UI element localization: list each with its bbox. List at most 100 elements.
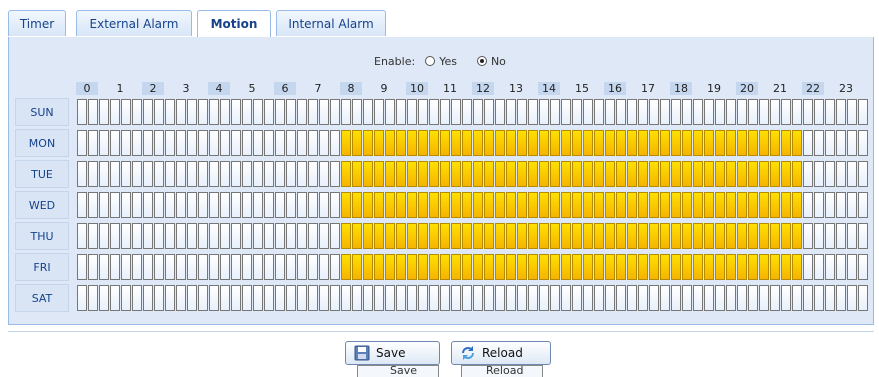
- schedule-cell-tue-17-0[interactable]: [638, 161, 648, 187]
- schedule-cell-sun-7-1[interactable]: [319, 99, 329, 125]
- schedule-cell-tue-22-1[interactable]: [814, 161, 824, 187]
- tab-external-alarm[interactable]: External Alarm: [76, 10, 192, 36]
- schedule-cell-mon-13-1[interactable]: [517, 130, 527, 156]
- schedule-cell-mon-6-0[interactable]: [275, 130, 285, 156]
- schedule-cell-mon-0-0[interactable]: [77, 130, 87, 156]
- schedule-cell-fri-15-2[interactable]: [594, 254, 604, 280]
- schedule-cell-tue-19-2[interactable]: [726, 161, 736, 187]
- schedule-cell-sun-23-1[interactable]: [847, 99, 857, 125]
- schedule-cell-sun-3-0[interactable]: [176, 99, 186, 125]
- schedule-cell-mon-10-0[interactable]: [407, 130, 417, 156]
- schedule-cell-mon-1-0[interactable]: [110, 130, 120, 156]
- schedule-cell-tue-20-2[interactable]: [759, 161, 769, 187]
- schedule-cell-fri-5-1[interactable]: [253, 254, 263, 280]
- schedule-cell-sat-17-0[interactable]: [638, 285, 648, 311]
- schedule-cell-fri-15-0[interactable]: [572, 254, 582, 280]
- schedule-cell-mon-20-1[interactable]: [748, 130, 758, 156]
- schedule-cell-sat-21-1[interactable]: [781, 285, 791, 311]
- schedule-cell-sun-9-0[interactable]: [374, 99, 384, 125]
- schedule-cell-sat-4-2[interactable]: [231, 285, 241, 311]
- schedule-cell-fri-23-0[interactable]: [836, 254, 846, 280]
- schedule-cell-sun-13-1[interactable]: [517, 99, 527, 125]
- schedule-cell-wed-17-2[interactable]: [660, 192, 670, 218]
- schedule-cell-tue-5-2[interactable]: [264, 161, 274, 187]
- schedule-cell-sun-4-2[interactable]: [231, 99, 241, 125]
- schedule-cell-mon-4-2[interactable]: [231, 130, 241, 156]
- schedule-cell-thu-12-2[interactable]: [495, 223, 505, 249]
- schedule-cell-tue-12-2[interactable]: [495, 161, 505, 187]
- schedule-cell-wed-16-1[interactable]: [616, 192, 626, 218]
- schedule-cell-mon-7-1[interactable]: [319, 130, 329, 156]
- schedule-cell-wed-1-2[interactable]: [132, 192, 142, 218]
- schedule-cell-wed-15-1[interactable]: [583, 192, 593, 218]
- schedule-cell-wed-9-0[interactable]: [374, 192, 384, 218]
- schedule-cell-mon-16-0[interactable]: [605, 130, 615, 156]
- schedule-cell-thu-19-1[interactable]: [715, 223, 725, 249]
- schedule-cell-wed-9-1[interactable]: [385, 192, 395, 218]
- schedule-cell-mon-14-2[interactable]: [561, 130, 571, 156]
- schedule-cell-sun-2-1[interactable]: [154, 99, 164, 125]
- schedule-cell-fri-13-1[interactable]: [517, 254, 527, 280]
- schedule-cell-tue-12-0[interactable]: [473, 161, 483, 187]
- schedule-cell-sun-12-2[interactable]: [495, 99, 505, 125]
- schedule-cell-fri-14-0[interactable]: [539, 254, 549, 280]
- schedule-cell-mon-5-1[interactable]: [253, 130, 263, 156]
- schedule-cell-wed-12-1[interactable]: [484, 192, 494, 218]
- schedule-cell-tue-4-1[interactable]: [220, 161, 230, 187]
- schedule-cell-sun-6-0[interactable]: [275, 99, 285, 125]
- schedule-cell-tue-5-0[interactable]: [242, 161, 252, 187]
- schedule-cell-sun-8-2[interactable]: [363, 99, 373, 125]
- schedule-cell-tue-17-1[interactable]: [649, 161, 659, 187]
- schedule-cell-sat-11-1[interactable]: [451, 285, 461, 311]
- schedule-cell-mon-19-1[interactable]: [715, 130, 725, 156]
- schedule-cell-thu-15-0[interactable]: [572, 223, 582, 249]
- schedule-cell-mon-9-2[interactable]: [396, 130, 406, 156]
- schedule-cell-sun-15-2[interactable]: [594, 99, 604, 125]
- schedule-cell-sat-11-2[interactable]: [462, 285, 472, 311]
- schedule-cell-sat-17-2[interactable]: [660, 285, 670, 311]
- schedule-cell-wed-11-2[interactable]: [462, 192, 472, 218]
- schedule-cell-fri-21-0[interactable]: [770, 254, 780, 280]
- schedule-cell-mon-18-0[interactable]: [671, 130, 681, 156]
- schedule-cell-sun-18-2[interactable]: [693, 99, 703, 125]
- schedule-cell-mon-2-0[interactable]: [143, 130, 153, 156]
- schedule-cell-sat-16-0[interactable]: [605, 285, 615, 311]
- schedule-cell-mon-7-0[interactable]: [308, 130, 318, 156]
- schedule-cell-sat-14-2[interactable]: [561, 285, 571, 311]
- enable-no-radio[interactable]: [476, 56, 487, 66]
- schedule-cell-mon-22-2[interactable]: [825, 130, 835, 156]
- schedule-cell-wed-4-2[interactable]: [231, 192, 241, 218]
- schedule-cell-tue-16-0[interactable]: [605, 161, 615, 187]
- schedule-cell-sun-0-1[interactable]: [88, 99, 98, 125]
- schedule-cell-tue-23-1[interactable]: [847, 161, 857, 187]
- schedule-cell-tue-11-2[interactable]: [462, 161, 472, 187]
- schedule-cell-sat-19-0[interactable]: [704, 285, 714, 311]
- schedule-cell-sat-8-0[interactable]: [341, 285, 351, 311]
- schedule-cell-sun-11-2[interactable]: [462, 99, 472, 125]
- schedule-cell-thu-4-0[interactable]: [209, 223, 219, 249]
- schedule-cell-sun-1-2[interactable]: [132, 99, 142, 125]
- schedule-cell-sun-13-2[interactable]: [528, 99, 538, 125]
- schedule-cell-wed-15-0[interactable]: [572, 192, 582, 218]
- schedule-cell-wed-18-2[interactable]: [693, 192, 703, 218]
- schedule-cell-thu-15-1[interactable]: [583, 223, 593, 249]
- schedule-cell-wed-5-2[interactable]: [264, 192, 274, 218]
- schedule-cell-tue-17-2[interactable]: [660, 161, 670, 187]
- schedule-cell-mon-9-1[interactable]: [385, 130, 395, 156]
- schedule-cell-mon-1-1[interactable]: [121, 130, 131, 156]
- schedule-cell-tue-9-0[interactable]: [374, 161, 384, 187]
- schedule-cell-wed-19-0[interactable]: [704, 192, 714, 218]
- schedule-cell-wed-2-1[interactable]: [154, 192, 164, 218]
- schedule-cell-fri-11-0[interactable]: [440, 254, 450, 280]
- schedule-cell-thu-0-1[interactable]: [88, 223, 98, 249]
- schedule-cell-sat-7-0[interactable]: [308, 285, 318, 311]
- schedule-cell-wed-18-1[interactable]: [682, 192, 692, 218]
- schedule-cell-tue-19-0[interactable]: [704, 161, 714, 187]
- schedule-cell-sat-0-0[interactable]: [77, 285, 87, 311]
- schedule-cell-tue-0-2[interactable]: [99, 161, 109, 187]
- schedule-cell-sun-9-1[interactable]: [385, 99, 395, 125]
- schedule-cell-fri-3-2[interactable]: [198, 254, 208, 280]
- schedule-cell-fri-8-0[interactable]: [341, 254, 351, 280]
- schedule-cell-sat-3-1[interactable]: [187, 285, 197, 311]
- schedule-cell-thu-10-2[interactable]: [429, 223, 439, 249]
